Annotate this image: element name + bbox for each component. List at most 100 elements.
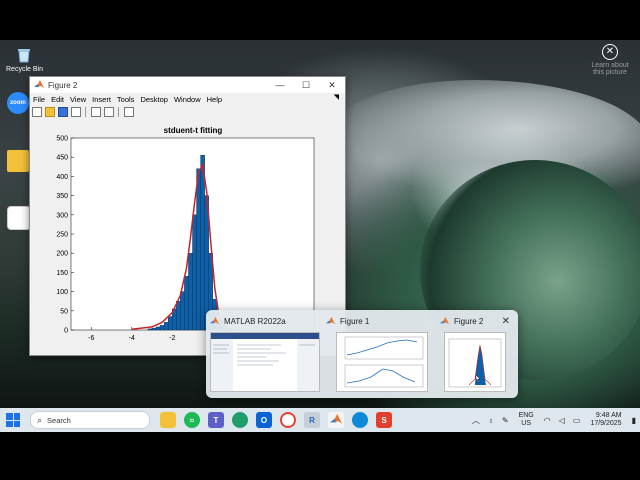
menu-insert[interactable]: Insert	[89, 95, 114, 104]
edge-icon[interactable]	[352, 412, 368, 428]
menu-tools[interactable]: Tools	[114, 95, 138, 104]
matlab-taskbar-icon[interactable]	[328, 412, 344, 428]
figure-menubar: File Edit View Insert Tools Desktop Wind…	[30, 93, 345, 105]
new-figure-icon[interactable]	[31, 107, 42, 117]
search-icon: ⌕	[37, 414, 43, 425]
clock[interactable]: 9:48 AM 17/9/2025	[590, 412, 621, 428]
taskbar-search-box[interactable]: ⌕ Search	[30, 411, 150, 429]
thumbnail-matlab[interactable]: MATLAB R2022a	[210, 314, 320, 396]
file-explorer-icon[interactable]	[160, 412, 176, 428]
battery-icon[interactable]: ▭	[573, 416, 581, 425]
chrome-icon[interactable]	[280, 412, 296, 428]
toolbar-separator	[118, 107, 119, 117]
histogram-bar	[184, 276, 189, 331]
save-icon[interactable]	[57, 107, 68, 117]
figure-title: Figure 2	[48, 80, 78, 90]
histogram-bar	[196, 168, 201, 331]
histogram-bar	[176, 300, 181, 331]
matlab-logo-icon	[210, 316, 219, 324]
thumbnail-close-button[interactable]: ✕	[502, 316, 510, 327]
link-plot-icon[interactable]	[90, 107, 101, 117]
letterbox-bottom	[0, 432, 640, 480]
figure-2-preview	[444, 332, 506, 392]
zoom-label: zoom	[10, 100, 26, 106]
property-editor-icon[interactable]	[123, 107, 134, 117]
chart-title: stduent-t fitting	[164, 126, 223, 135]
spotify-icon[interactable]: ≈	[184, 412, 200, 428]
figure-titlebar[interactable]: Figure 2 — ☐ ✕	[30, 77, 345, 93]
thumbnail-figure-2[interactable]: Figure 2 ✕	[440, 314, 516, 396]
y-tick-label: 400	[56, 174, 68, 181]
y-tick-label: 0	[64, 328, 68, 335]
desktop-icon-recycle-bin[interactable]: Recycle Bin	[6, 44, 43, 73]
histogram-bar	[167, 316, 173, 331]
menu-edit[interactable]: Edit	[48, 95, 67, 104]
histogram-bar	[155, 326, 161, 331]
menu-desktop[interactable]: Desktop	[137, 95, 171, 104]
menu-view[interactable]: View	[67, 95, 89, 104]
thumbnail-title: Figure 1	[340, 316, 370, 326]
histogram-bar	[180, 291, 185, 331]
matlab-logo-icon	[326, 316, 335, 324]
open-file-icon[interactable]	[44, 107, 55, 117]
matlab-ide-preview	[210, 332, 320, 392]
taskbar-thumbnail-flyout: MATLAB R2022a Figure 1 Figure 2 ✕	[206, 310, 518, 398]
menu-window[interactable]: Window	[171, 95, 204, 104]
learn-about-picture[interactable]: ✕ Learn about this picture	[588, 44, 632, 76]
r-language-icon[interactable]: R	[304, 412, 320, 428]
microphone-icon[interactable]: ♁	[488, 416, 494, 425]
print-icon[interactable]	[70, 107, 81, 117]
search-placeholder: Search	[47, 415, 71, 425]
chevron-up-icon[interactable]: ︿	[472, 415, 480, 426]
y-tick-label: 450	[56, 155, 68, 162]
minimize-button[interactable]: —	[267, 77, 293, 93]
windows-start-icon[interactable]	[6, 413, 20, 427]
learn-about-label: Learn about this picture	[591, 62, 629, 76]
document-icon	[7, 206, 31, 230]
wps-office-icon[interactable]: S	[376, 412, 392, 428]
camera-circle-icon: ✕	[602, 44, 618, 60]
outlook-icon[interactable]: O	[256, 412, 272, 428]
y-tick-label: 300	[56, 212, 68, 219]
figure-1-preview	[336, 332, 428, 392]
thumbnail-figure-1[interactable]: Figure 1	[326, 314, 430, 396]
y-tick-label: 250	[56, 232, 68, 239]
lang-bottom: US	[521, 420, 532, 427]
menu-help[interactable]: Help	[204, 95, 225, 104]
teams-icon[interactable]: T	[208, 412, 224, 428]
desktop-icon-zoom[interactable]: zoom	[7, 92, 29, 114]
y-tick-label: 500	[56, 136, 68, 143]
system-tray: ︿ ♁ ✎ ENG US ◠ ◁ ▭ 9:48 AM 17/9/2025 ▮	[468, 408, 640, 432]
desktop-icon-folder[interactable]	[7, 150, 29, 172]
lang-top: ENG	[518, 412, 534, 419]
y-tick-label: 150	[56, 270, 68, 277]
y-tick-label: 50	[60, 308, 68, 315]
recycle-bin-label: Recycle Bin	[6, 66, 43, 73]
volume-icon[interactable]: ◁	[559, 416, 565, 425]
figure-toolbar	[30, 105, 345, 120]
toolbar-separator	[85, 107, 86, 117]
menu-file[interactable]: File	[30, 95, 48, 104]
matlab-logo-icon	[34, 80, 44, 88]
notifications-icon[interactable]: ▮	[632, 416, 636, 425]
letterbox-top	[0, 0, 640, 40]
edge-browser-icon[interactable]	[232, 412, 248, 428]
menubar-dock-arrow-icon[interactable]: ◥	[331, 93, 342, 101]
x-tick-label: -2	[169, 335, 175, 342]
x-tick-label: -4	[129, 335, 135, 342]
input-language[interactable]: ENG US	[519, 412, 534, 428]
y-tick-label: 350	[56, 193, 68, 200]
y-tick-label: 200	[56, 251, 68, 258]
histogram-bar	[200, 155, 205, 331]
histogram-bar	[163, 322, 169, 331]
histogram-bar	[192, 214, 197, 331]
histogram-bar	[188, 252, 193, 331]
insert-colorbar-icon[interactable]	[103, 107, 114, 117]
histogram-bar	[147, 328, 153, 331]
wifi-icon[interactable]: ◠	[544, 416, 551, 425]
pen-icon[interactable]: ✎	[502, 416, 509, 425]
close-button[interactable]: ✕	[319, 77, 345, 93]
x-tick-label: -6	[88, 335, 94, 342]
maximize-button[interactable]: ☐	[293, 77, 319, 93]
desktop-icon-document[interactable]	[7, 206, 31, 230]
